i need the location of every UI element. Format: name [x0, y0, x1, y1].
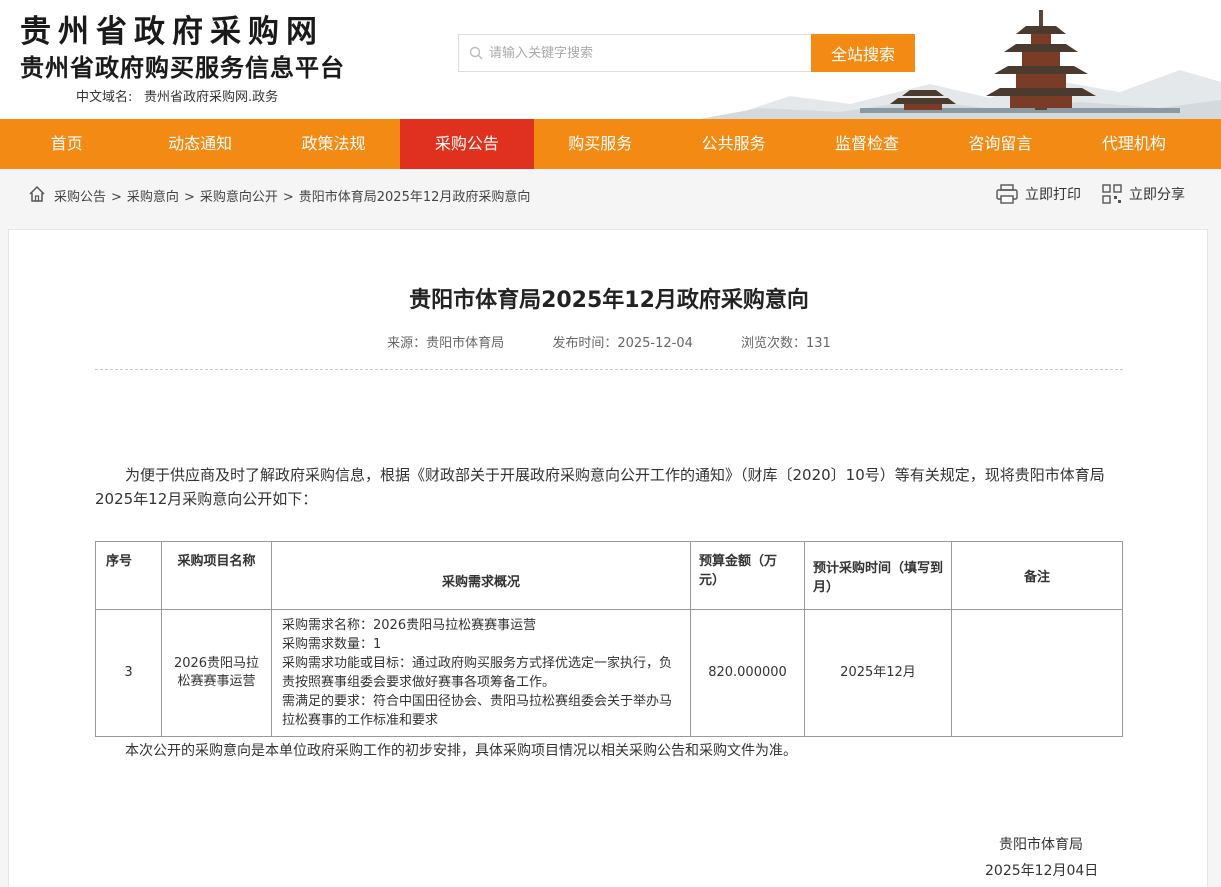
breadcrumb-separator: > — [183, 190, 195, 205]
article-source: 来源：贵阳市体育局 — [387, 336, 505, 351]
divider — [95, 369, 1123, 370]
requirement-line: 采购需求功能或目标：通过政府购买服务方式择优选定一家执行，负责按照赛事组委会要求… — [282, 656, 673, 690]
table-row: 3 2026贵阳马拉松赛赛事运营 采购需求名称：2026贵阳马拉松赛赛事运营 采… — [95, 609, 1123, 737]
col-header-no: 序号 — [95, 541, 162, 610]
col-header-budget: 预算金额（万元） — [690, 541, 805, 610]
print-label: 立即打印 — [1025, 187, 1081, 203]
breadcrumb-separator: > — [282, 190, 294, 205]
requirement-line: 采购需求数量：1 — [282, 637, 382, 652]
article-meta: 来源：贵阳市体育局 发布时间：2025-12-04 浏览次数：131 — [9, 332, 1209, 351]
domain-value: 贵州省政府采购网.政务 — [144, 90, 279, 105]
breadcrumb-bar: 采购公告 > 采购意向 > 采购意向公开 > 贵阳市体育局2025年12月政府采购意向 立即… — [0, 169, 1221, 219]
nav-item-public-services[interactable]: 公共服务 — [667, 119, 800, 169]
logo-line2: 贵州省政府购买服务信息平台 — [20, 53, 345, 82]
article-signature: 贵阳市体育局 — [999, 837, 1083, 853]
cell-time: 2025年12月 — [804, 609, 952, 737]
article-views: 浏览次数：131 — [741, 336, 831, 351]
col-header-project-name: 采购项目名称 — [161, 541, 272, 610]
requirement-line: 需满足的要求：符合中国田径协会、贵阳马拉松赛组委会关于举办马拉松赛事的工作标准和… — [282, 694, 673, 728]
breadcrumb-item[interactable]: 采购公告 — [54, 190, 106, 205]
nav-item-purchase-services[interactable]: 购买服务 — [534, 119, 667, 169]
site-header: 贵州省政府采购网 贵州省政府购买服务信息平台 中文域名: 贵州省政府采购网.政务… — [0, 0, 1221, 119]
pavilion-illustration — [700, 10, 1221, 119]
main-nav: 首页 动态通知 政策法规 采购公告 购买服务 公共服务 监督检查 咨询留言 代理… — [0, 119, 1221, 169]
nav-item-supervision[interactable]: 监督检查 — [800, 119, 933, 169]
breadcrumb-item[interactable]: 采购意向公开 — [200, 190, 278, 205]
table-header-row: 序号 采购项目名称 采购需求概况 预算金额（万元） 预计采购时间（填写到月） 备… — [95, 541, 1123, 610]
col-header-requirements: 采购需求概况 — [271, 541, 691, 610]
print-button[interactable]: 立即打印 — [996, 183, 1081, 205]
site-logo[interactable]: 贵州省政府采购网 贵州省政府购买服务信息平台 中文域名: 贵州省政府采购网.政务 — [10, 4, 372, 105]
nav-item-procurement-announcements[interactable]: 采购公告 — [400, 119, 534, 169]
cell-budget: 820.000000 — [690, 609, 805, 737]
cell-requirements: 采购需求名称：2026贵阳马拉松赛赛事运营 采购需求数量：1 采购需求功能或目标… — [271, 609, 691, 737]
article-intro: 为便于供应商及时了解政府采购信息，根据《财政部关于开展政府采购意向公开工作的通知… — [95, 466, 1105, 508]
procurement-table: 序号 采购项目名称 采购需求概况 预算金额（万元） 预计采购时间（填写到月） 备… — [95, 541, 1123, 737]
requirement-line: 采购需求名称：2026贵阳马拉松赛赛事运营 — [282, 618, 537, 633]
share-button[interactable]: 立即分享 — [1102, 183, 1185, 205]
nav-item-consultation[interactable]: 咨询留言 — [934, 119, 1067, 169]
breadcrumb: 采购公告 > 采购意向 > 采购意向公开 > 贵阳市体育局2025年12月政府采购意向 — [54, 186, 530, 205]
printer-icon — [996, 184, 1018, 204]
qr-code-icon — [1102, 184, 1122, 204]
article-title: 贵阳市体育局2025年12月政府采购意向 — [409, 288, 809, 313]
cell-project-name: 2026贵阳马拉松赛赛事运营 — [161, 609, 272, 737]
article-publish-time: 发布时间：2025-12-04 — [552, 336, 693, 351]
breadcrumb-item[interactable]: 采购意向 — [127, 190, 179, 205]
article-date: 2025年12月04日 — [985, 863, 1099, 879]
share-label: 立即分享 — [1129, 187, 1185, 203]
nav-item-policies[interactable]: 政策法规 — [267, 119, 400, 169]
cell-remark — [951, 609, 1123, 737]
domain-label: 中文域名: — [76, 90, 133, 105]
article-note: 本次公开的采购意向是本单位政府采购工作的初步安排，具体采购项目情况以相关采购公告… — [125, 743, 797, 759]
home-icon[interactable] — [28, 185, 46, 203]
breadcrumb-separator: > — [111, 190, 122, 205]
breadcrumb-current: 贵阳市体育局2025年12月政府采购意向 — [298, 190, 531, 205]
nav-item-home[interactable]: 首页 — [0, 119, 133, 169]
col-header-time: 预计采购时间（填写到月） — [804, 541, 952, 610]
search-icon — [469, 46, 483, 60]
logo-line1: 贵州省政府采购网 — [20, 14, 324, 50]
nav-item-notices[interactable]: 动态通知 — [133, 119, 266, 169]
col-header-remark: 备注 — [951, 541, 1123, 610]
cell-no: 3 — [95, 609, 162, 737]
nav-item-agencies[interactable]: 代理机构 — [1067, 119, 1200, 169]
article-card: 贵阳市体育局2025年12月政府采购意向 来源：贵阳市体育局 发布时间：2025… — [8, 229, 1208, 887]
